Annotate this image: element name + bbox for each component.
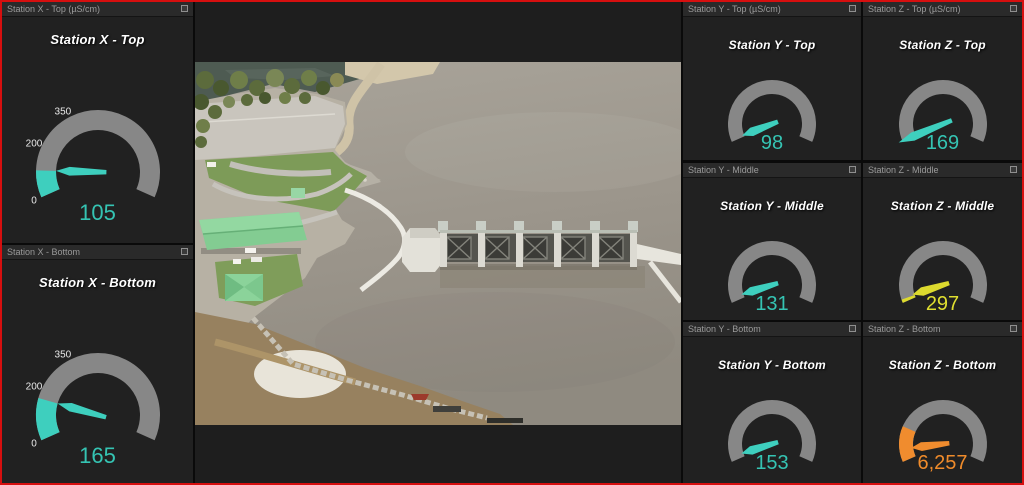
panel-title: Station Y - Bottom	[688, 324, 761, 334]
dashboard: Station X - Top (µS/cm) Station X - Top …	[0, 0, 1024, 485]
gauge-heading: Station Y - Top	[728, 38, 816, 52]
gauge-value: 131	[755, 293, 789, 315]
panel-station-x-top: Station X - Top (µS/cm) Station X - Top …	[2, 2, 193, 243]
svg-text:200: 200	[25, 382, 42, 393]
panel-titlebar[interactable]: Station Y - Bottom	[683, 322, 861, 337]
maximize-icon[interactable]	[849, 166, 856, 173]
gauge-heading: Station X - Bottom	[39, 275, 156, 290]
gauge-heading: Station Z - Middle	[890, 199, 995, 213]
gauge-value: 105	[79, 200, 116, 225]
gauge-value: 169	[925, 132, 960, 154]
maximize-icon[interactable]	[849, 5, 856, 12]
gauge-heading: Station Y - Middle	[720, 199, 824, 213]
panel-title: Station X - Top (µS/cm)	[7, 4, 101, 14]
panel-title: Station Y - Middle	[688, 165, 759, 175]
gauge-value: 165	[79, 443, 116, 468]
panel-station-x-bottom: Station X - Bottom Station X - Bottom 02…	[2, 245, 193, 483]
gauge-value: 153	[755, 452, 789, 474]
panel-titlebar[interactable]: Station Z - Middle	[863, 163, 1022, 178]
gauge-heading: Station Y - Bottom	[718, 358, 826, 372]
panel-station-z-top: Station Z - Top (µS/cm) Station Z - Top …	[863, 2, 1022, 160]
panel-title: Station X - Bottom	[7, 247, 81, 257]
maximize-icon[interactable]	[1010, 5, 1017, 12]
gauge-value: 297	[925, 293, 960, 315]
panel-titlebar[interactable]: Station Y - Top (µS/cm)	[683, 2, 861, 17]
svg-text:350: 350	[54, 106, 71, 117]
panel-titlebar[interactable]: Station Z - Top (µS/cm)	[863, 2, 1022, 17]
svg-text:350: 350	[54, 349, 71, 360]
panel-title: Station Z - Middle	[868, 165, 939, 175]
panel-title: Station Z - Top (µS/cm)	[868, 4, 961, 14]
maximize-icon[interactable]	[181, 248, 188, 255]
panel-station-z-bottom: Station Z - Bottom Station Z - Bottom 6,…	[863, 322, 1022, 483]
panel-station-y-top: Station Y - Top (µS/cm) Station Y - Top …	[683, 2, 861, 160]
gauge-heading: Station X - Top	[50, 32, 145, 47]
panel-titlebar[interactable]: Station X - Top (µS/cm)	[2, 2, 193, 17]
panel-station-y-bottom: Station Y - Bottom Station Y - Bottom 15…	[683, 322, 861, 483]
panel-titlebar[interactable]: Station X - Bottom	[2, 245, 193, 260]
gauge-heading: Station Z - Top	[899, 38, 986, 52]
gauge-value: 98	[760, 132, 784, 154]
panel-titlebar[interactable]: Station Z - Bottom	[863, 322, 1022, 337]
panel-title: Station Z - Bottom	[868, 324, 941, 334]
gauge-value: 6,257	[917, 452, 968, 474]
maximize-icon[interactable]	[1010, 166, 1017, 173]
aerial-photo	[195, 62, 681, 425]
svg-text:200: 200	[25, 139, 42, 150]
maximize-icon[interactable]	[849, 325, 856, 332]
panel-titlebar[interactable]: Station Y - Middle	[683, 163, 861, 178]
panel-station-y-middle: Station Y - Middle Station Y - Middle 13…	[683, 163, 861, 320]
panel-station-z-middle: Station Z - Middle Station Z - Middle 29…	[863, 163, 1022, 320]
maximize-icon[interactable]	[1010, 325, 1017, 332]
gauge-heading: Station Z - Bottom	[888, 358, 997, 372]
maximize-icon[interactable]	[181, 5, 188, 12]
panel-title: Station Y - Top (µS/cm)	[688, 4, 781, 14]
photo-panel	[195, 2, 681, 483]
